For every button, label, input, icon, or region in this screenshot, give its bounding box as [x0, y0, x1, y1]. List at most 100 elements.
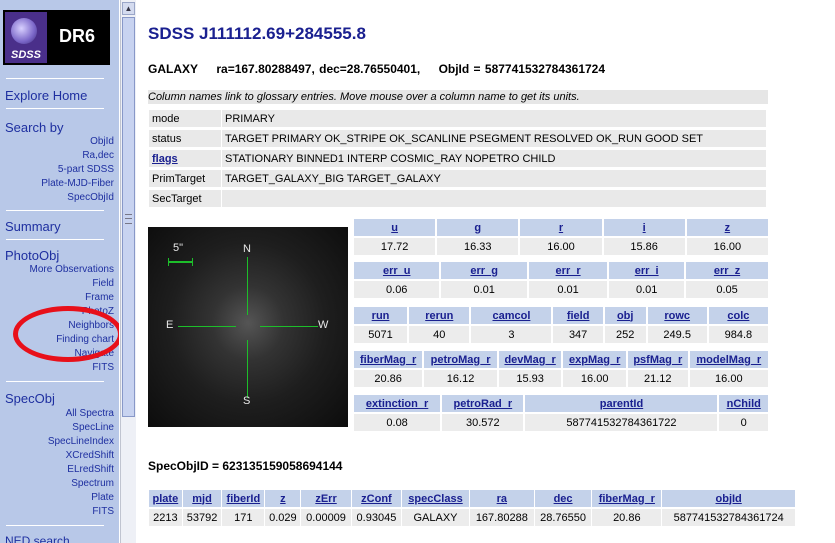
devmag-r-link[interactable]: devMag_r: [504, 354, 555, 366]
sidebar-link-specobjid[interactable]: SpecObjId: [67, 192, 114, 203]
sidebar-link-plate[interactable]: Plate: [91, 492, 114, 503]
table-header: z: [686, 219, 768, 236]
sdss-logo[interactable]: SDSS DR6: [3, 10, 110, 65]
scrollbar-thumb[interactable]: [122, 17, 135, 417]
grip-icon: [125, 214, 132, 224]
sidebar-link-more-observations[interactable]: More Observations: [30, 264, 114, 275]
mag-u-link[interactable]: u: [391, 222, 398, 234]
sidebar-link-radec[interactable]: Ra,dec: [82, 150, 114, 161]
table-cell: 16.00: [689, 370, 768, 387]
petrorad-r-link[interactable]: petroRad_r: [454, 398, 513, 410]
spec-objid-link[interactable]: objId: [716, 493, 742, 505]
mag-z-link[interactable]: z: [725, 222, 731, 234]
table-header: parentId: [525, 395, 718, 412]
sidebar-link-spectrum[interactable]: Spectrum: [71, 478, 114, 489]
table-row: run rerun camcol field obj rowc colc: [354, 307, 768, 324]
table-header: expMag_r: [563, 351, 626, 368]
scale-bar-tick: [192, 258, 193, 266]
sidebar-link-photo-fits[interactable]: FITS: [92, 362, 114, 373]
mag-r-table: fiberMag_r petroMag_r devMag_r expMag_r …: [352, 349, 770, 389]
table-header: specClass: [402, 490, 469, 507]
sidebar-link-specline[interactable]: SpecLine: [72, 422, 114, 433]
object-radec: ra=167.80288497, dec=28.76550401,: [216, 62, 421, 76]
sidebar-ned-search[interactable]: NED search: [5, 534, 70, 543]
expmag-r-link[interactable]: expMag_r: [569, 354, 620, 366]
extinction-r-link[interactable]: extinction_r: [366, 398, 428, 410]
spec-fibermag-r-link[interactable]: fiberMag_r: [599, 493, 655, 505]
ra-link[interactable]: ra: [497, 493, 507, 505]
colc-link[interactable]: colc: [727, 310, 749, 322]
table-header: run: [354, 307, 408, 324]
zerr-link[interactable]: zErr: [315, 493, 336, 505]
sidebar-link-objid[interactable]: ObjId: [90, 136, 114, 147]
table-cell: 40: [409, 326, 470, 343]
fibermag-r-link[interactable]: fiberMag_r: [360, 354, 416, 366]
sidebar-summary[interactable]: Summary: [5, 219, 61, 234]
sidebar-link-xcredshift[interactable]: XCredShift: [66, 450, 114, 461]
table-row: mode PRIMARY: [149, 110, 766, 127]
mag-g-link[interactable]: g: [474, 222, 481, 234]
specclass-link[interactable]: specClass: [408, 493, 462, 505]
table-header: camcol: [471, 307, 552, 324]
sidebar-explore-home[interactable]: Explore Home: [5, 88, 87, 103]
crosshair-top: [247, 257, 248, 315]
zconf-link[interactable]: zConf: [361, 493, 392, 505]
psfmag-r-link[interactable]: psfMag_r: [633, 354, 682, 366]
sidebar-scrollbar[interactable]: ▲: [120, 0, 136, 543]
compass-south: S: [243, 395, 251, 407]
mag-table: u g r i z 17.72 16.33 16.00 15.86 16.00: [352, 217, 770, 257]
table-cell: 984.8: [708, 326, 768, 343]
table-row: 5071 40 3 347 252 249.5 984.8: [354, 326, 768, 343]
err-r-link[interactable]: err_r: [556, 265, 581, 277]
parentid-link[interactable]: parentId: [600, 398, 643, 410]
obj-link[interactable]: obj: [617, 310, 634, 322]
petromag-r-link[interactable]: petroMag_r: [431, 354, 491, 366]
err-z-link[interactable]: err_z: [714, 265, 740, 277]
sidebar-link-spec-fits[interactable]: FITS: [92, 506, 114, 517]
info-key: mode: [149, 110, 221, 127]
object-image[interactable]: 5" N S E W: [148, 227, 348, 427]
table-row: fiberMag_r petroMag_r devMag_r expMag_r …: [354, 351, 768, 368]
table-header: obj: [604, 307, 646, 324]
info-value: STATIONARY BINNED1 INTERP COSMIC_RAY NOP…: [222, 150, 766, 167]
extinction-table: extinction_r petroRad_r parentId nChild …: [352, 393, 770, 433]
table-cell: 2213: [149, 509, 182, 526]
rowc-link[interactable]: rowc: [664, 310, 690, 322]
table-cell: 5071: [354, 326, 408, 343]
sidebar-link-all-spectra[interactable]: All Spectra: [66, 408, 114, 419]
info-key: SecTarget: [149, 190, 221, 207]
mjd-link[interactable]: mjd: [192, 493, 212, 505]
flags-link[interactable]: flags: [152, 153, 178, 165]
scroll-up-arrow-icon[interactable]: ▲: [122, 2, 135, 15]
table-row: 17.72 16.33 16.00 15.86 16.00: [354, 238, 768, 255]
camcol-link[interactable]: camcol: [492, 310, 530, 322]
sidebar-link-plate-mjd-fiber[interactable]: Plate-MJD-Fiber: [41, 178, 114, 189]
err-g-link[interactable]: err_g: [470, 265, 498, 277]
dec-link[interactable]: dec: [554, 493, 573, 505]
err-i-link[interactable]: err_i: [635, 265, 659, 277]
mag-r-link[interactable]: r: [559, 222, 563, 234]
table-cell: 30.572: [442, 414, 524, 431]
table-header: modelMag_r: [689, 351, 768, 368]
rerun-link[interactable]: rerun: [425, 310, 453, 322]
sidebar-link-speclineindex[interactable]: SpecLineIndex: [48, 436, 114, 447]
err-u-link[interactable]: err_u: [383, 265, 411, 277]
mag-i-link[interactable]: i: [643, 222, 646, 234]
sidebar-link-field[interactable]: Field: [92, 278, 114, 289]
info-value: TARGET_GALAXY_BIG TARGET_GALAXY: [222, 170, 766, 187]
table-header: field: [553, 307, 603, 324]
plate-link[interactable]: plate: [153, 493, 179, 505]
run-link[interactable]: run: [372, 310, 390, 322]
field-link[interactable]: field: [567, 310, 590, 322]
modelmag-r-link[interactable]: modelMag_r: [696, 354, 761, 366]
sidebar-photoobj[interactable]: PhotoObj: [5, 248, 59, 263]
sidebar-link-elredshift[interactable]: ELredShift: [67, 464, 114, 475]
sidebar-link-frame[interactable]: Frame: [85, 292, 114, 303]
err-table: err_u err_g err_r err_i err_z 0.06 0.01 …: [352, 260, 770, 300]
sidebar-divider: [6, 525, 104, 526]
z-link[interactable]: z: [280, 493, 286, 505]
sidebar-link-5part[interactable]: 5-part SDSS: [58, 164, 114, 175]
sidebar-specobj[interactable]: SpecObj: [5, 391, 55, 406]
fiberid-link[interactable]: fiberId: [227, 493, 261, 505]
nchild-link[interactable]: nChild: [727, 398, 761, 410]
